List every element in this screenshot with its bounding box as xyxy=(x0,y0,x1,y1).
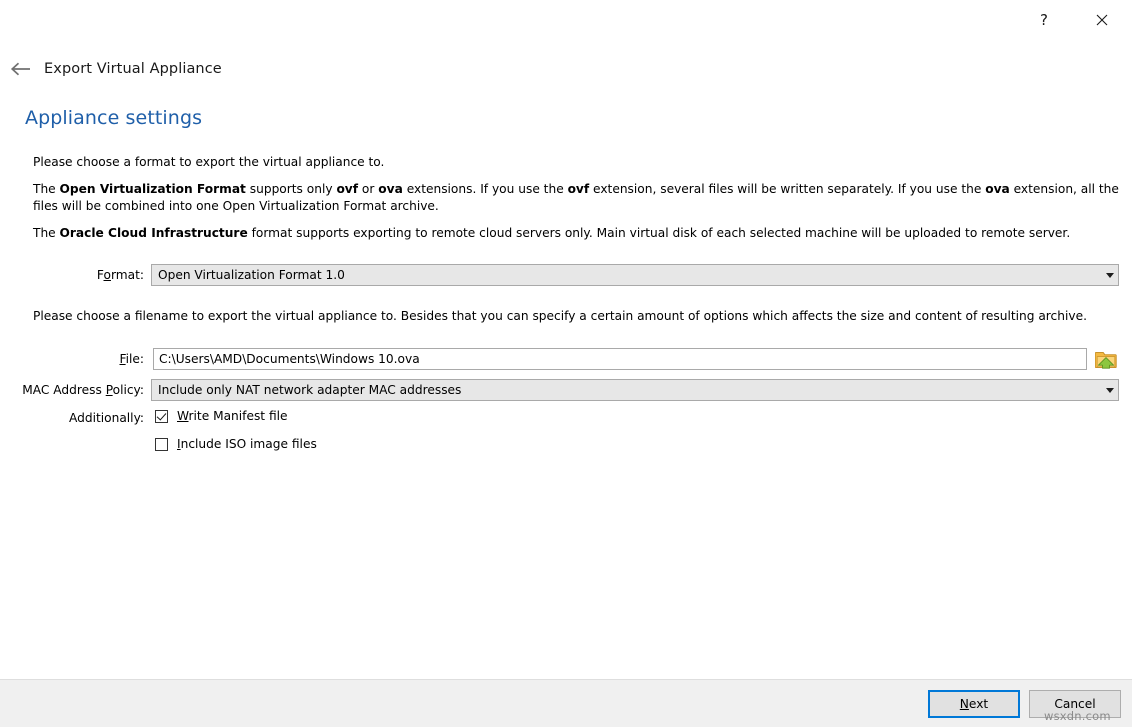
folder-open-icon xyxy=(1095,352,1117,369)
format-label-pre: F xyxy=(96,268,104,282)
file-label: File: xyxy=(60,352,144,366)
filename-paragraph: Please choose a filename to export the v… xyxy=(33,309,1087,323)
p2-seg-f: ova xyxy=(378,182,403,196)
file-path-input[interactable]: C:\Users\AMD\Documents\Windows 10.ova xyxy=(153,348,1087,370)
p2-seg-i: extension, several files will be written… xyxy=(589,182,986,196)
include-iso-label: Include ISO image files xyxy=(177,437,317,451)
dialog-footer: Next Cancel xyxy=(0,679,1132,727)
format-value: Open Virtualization Format 1.0 xyxy=(158,268,345,282)
file-path-value: C:\Users\AMD\Documents\Windows 10.ova xyxy=(159,352,420,366)
additionally-label: Additionally: xyxy=(69,411,144,425)
intro-paragraph-3: The Oracle Cloud Infrastructure format s… xyxy=(33,225,1103,242)
chevron-down-icon xyxy=(1105,387,1114,393)
mac-policy-combobox[interactable]: Include only NAT network adapter MAC add… xyxy=(151,379,1119,401)
watermark: wsxdn.com xyxy=(1044,709,1111,723)
close-icon xyxy=(1096,14,1108,26)
write-manifest-checkbox[interactable] xyxy=(155,409,168,423)
format-label-post: rmat: xyxy=(110,268,144,282)
p2-seg-g: extensions. If you use the xyxy=(402,182,568,196)
question-mark-icon: ? xyxy=(1040,10,1048,29)
write-manifest-checkbox-row[interactable]: Write Manifest file xyxy=(155,409,288,423)
mac-policy-label: MAC Address Policy: xyxy=(0,383,144,397)
wizard-title: Export Virtual Appliance xyxy=(44,61,222,77)
format-combobox[interactable]: Open Virtualization Format 1.0 xyxy=(151,264,1119,286)
wizard-header: Export Virtual Appliance xyxy=(0,55,1132,83)
intro-paragraph-2: The Open Virtualization Format supports … xyxy=(33,181,1123,215)
mac-policy-value: Include only NAT network adapter MAC add… xyxy=(158,383,462,397)
p2-seg-a: The xyxy=(33,182,60,196)
next-button[interactable]: Next xyxy=(928,690,1020,718)
intro-paragraph-1: Please choose a format to export the vir… xyxy=(33,155,385,169)
write-manifest-mnemonic: W xyxy=(177,409,189,423)
p2-seg-e: or xyxy=(358,182,379,196)
back-button[interactable] xyxy=(9,57,33,81)
chevron-down-icon xyxy=(1105,272,1114,278)
format-label-mnemonic: o xyxy=(103,268,111,282)
next-button-rest: ext xyxy=(968,697,989,711)
mac-policy-label-mnemonic: P xyxy=(105,383,113,397)
file-label-post: ile: xyxy=(125,352,144,366)
p2-seg-j: ova xyxy=(985,182,1010,196)
p3-seg-c: format supports exporting to remote clou… xyxy=(247,226,1071,240)
mac-policy-dropdown-arrow[interactable] xyxy=(1101,380,1118,400)
include-iso-checkbox[interactable] xyxy=(155,437,168,451)
mac-policy-label-pre: MAC Address xyxy=(22,383,106,397)
mac-policy-label-post: olicy: xyxy=(112,383,144,397)
close-button[interactable] xyxy=(1079,0,1125,40)
p2-seg-b: Open Virtualization Format xyxy=(59,182,246,196)
format-label: Format: xyxy=(60,268,144,282)
format-dropdown-arrow[interactable] xyxy=(1101,265,1118,285)
p2-seg-d: ovf xyxy=(336,182,359,196)
next-button-mnemonic: N xyxy=(959,697,969,711)
arrow-left-icon xyxy=(10,62,30,76)
p3-seg-b: Oracle Cloud Infrastructure xyxy=(59,226,248,240)
p3-seg-a: The xyxy=(33,226,60,240)
p2-seg-c: supports only xyxy=(245,182,337,196)
write-manifest-label: Write Manifest file xyxy=(177,409,288,423)
help-button[interactable]: ? xyxy=(1021,0,1067,40)
title-bar: ? xyxy=(0,0,1132,46)
browse-file-button[interactable] xyxy=(1093,347,1119,371)
p2-seg-h: ovf xyxy=(567,182,590,196)
page-title: Appliance settings xyxy=(25,107,203,129)
include-iso-rest: nclude ISO image files xyxy=(180,437,317,451)
include-iso-checkbox-row[interactable]: Include ISO image files xyxy=(155,437,317,451)
write-manifest-rest: rite Manifest file xyxy=(188,409,288,423)
